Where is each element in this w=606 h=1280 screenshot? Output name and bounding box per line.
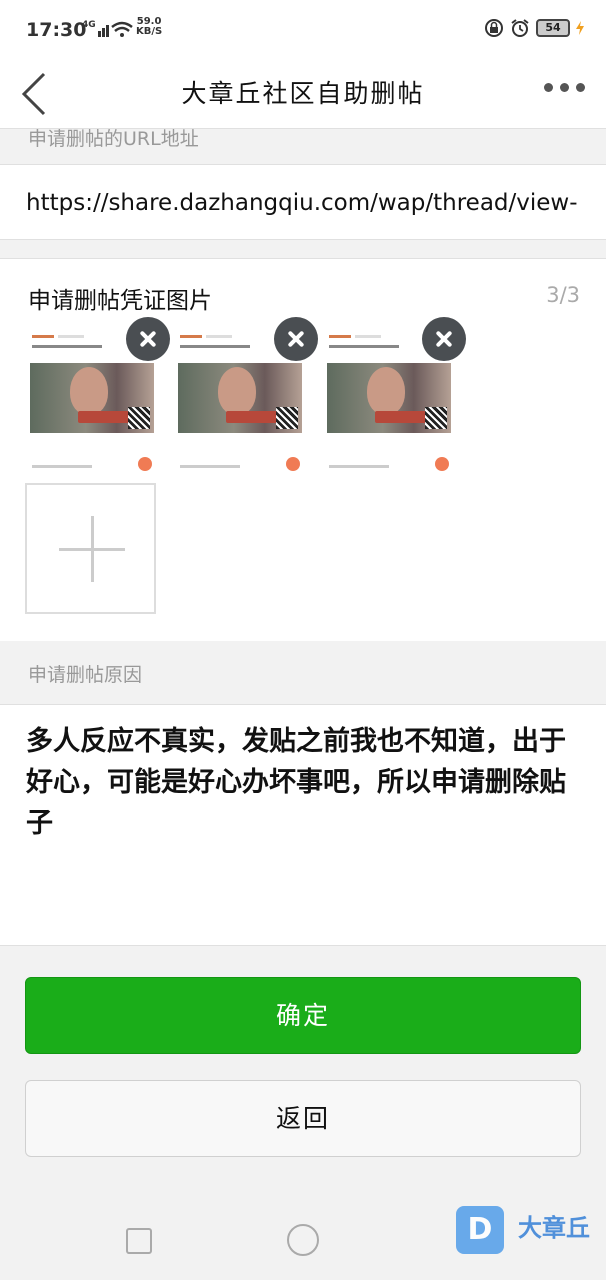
thumb-badge (375, 411, 427, 423)
url-label: 申请删帖的URL地址 (0, 129, 606, 164)
thumb-footer-icon (286, 457, 300, 471)
qr-code-icon (276, 407, 298, 429)
thumb-footer (32, 465, 92, 468)
thumb-line (58, 335, 84, 338)
confirm-button[interactable]: 确定 (25, 977, 581, 1054)
reason-textarea[interactable]: 多人反应不真实，发贴之前我也不知道，出于好心，可能是好心办坏事吧，所以申请删除贴… (0, 704, 606, 946)
thumb-logo (329, 335, 351, 338)
lock-rotation-icon (485, 19, 503, 37)
more-dot-icon (544, 82, 553, 92)
watermark-logo: D (456, 1206, 504, 1254)
speed-unit: KB/S (136, 26, 163, 37)
status-bar: 17:30 4G 59.0 KB/S 54 (0, 0, 606, 60)
more-options-button[interactable] (544, 80, 590, 94)
thumb-face (218, 367, 256, 415)
status-icons: 54 (484, 18, 584, 38)
thumb-logo (32, 335, 54, 338)
thumb-caption (329, 345, 399, 348)
more-dot-icon (576, 82, 585, 92)
thumb-footer-icon (435, 457, 449, 471)
return-button[interactable]: 返回 (25, 1080, 581, 1157)
thumb-logo (180, 335, 202, 338)
page-title: 大章丘社区自助删帖 (181, 79, 425, 108)
thumb-footer (329, 465, 389, 468)
recents-button[interactable] (126, 1228, 152, 1254)
evidence-images-section: 申请删帖凭证图片 3/3 (0, 258, 606, 642)
thumb-caption (32, 345, 102, 348)
images-title: 申请删帖凭证图片 (28, 288, 212, 314)
remove-image-button[interactable] (274, 317, 318, 361)
thumb-face (367, 367, 405, 415)
watermark-text: 大章丘 (518, 1214, 590, 1242)
reason-label: 申请删帖原因 (0, 641, 606, 704)
remove-image-button[interactable] (126, 317, 170, 361)
thumb-badge (78, 411, 130, 423)
alarm-icon (511, 19, 529, 37)
thumb-footer (180, 465, 240, 468)
thumb-photo (30, 363, 154, 433)
thumb-badge (226, 411, 278, 423)
more-dot-icon (560, 82, 569, 92)
status-time: 17:30 (26, 19, 87, 41)
remove-image-button[interactable] (422, 317, 466, 361)
home-button[interactable] (287, 1224, 319, 1256)
thumb-photo (178, 363, 302, 433)
thumb-footer-icon (138, 457, 152, 471)
network-type: 4G (82, 20, 96, 30)
nav-bar: 大章丘社区自助删帖 (0, 60, 606, 129)
qr-code-icon (128, 407, 150, 429)
system-nav-bar: D 大章丘 (0, 1158, 606, 1280)
battery-indicator: 54 (536, 19, 570, 37)
charging-icon (576, 21, 584, 35)
url-input[interactable]: https://share.dazhangqiu.com/wap/thread/… (0, 164, 606, 240)
images-count: 3/3 (546, 283, 580, 307)
add-image-button[interactable] (25, 483, 156, 614)
network-speed: 59.0 KB/S (136, 17, 162, 37)
qr-code-icon (425, 407, 447, 429)
thumb-line (355, 335, 381, 338)
thumb-face (70, 367, 108, 415)
thumb-photo (327, 363, 451, 433)
thumb-caption (180, 345, 250, 348)
thumb-line (206, 335, 232, 338)
